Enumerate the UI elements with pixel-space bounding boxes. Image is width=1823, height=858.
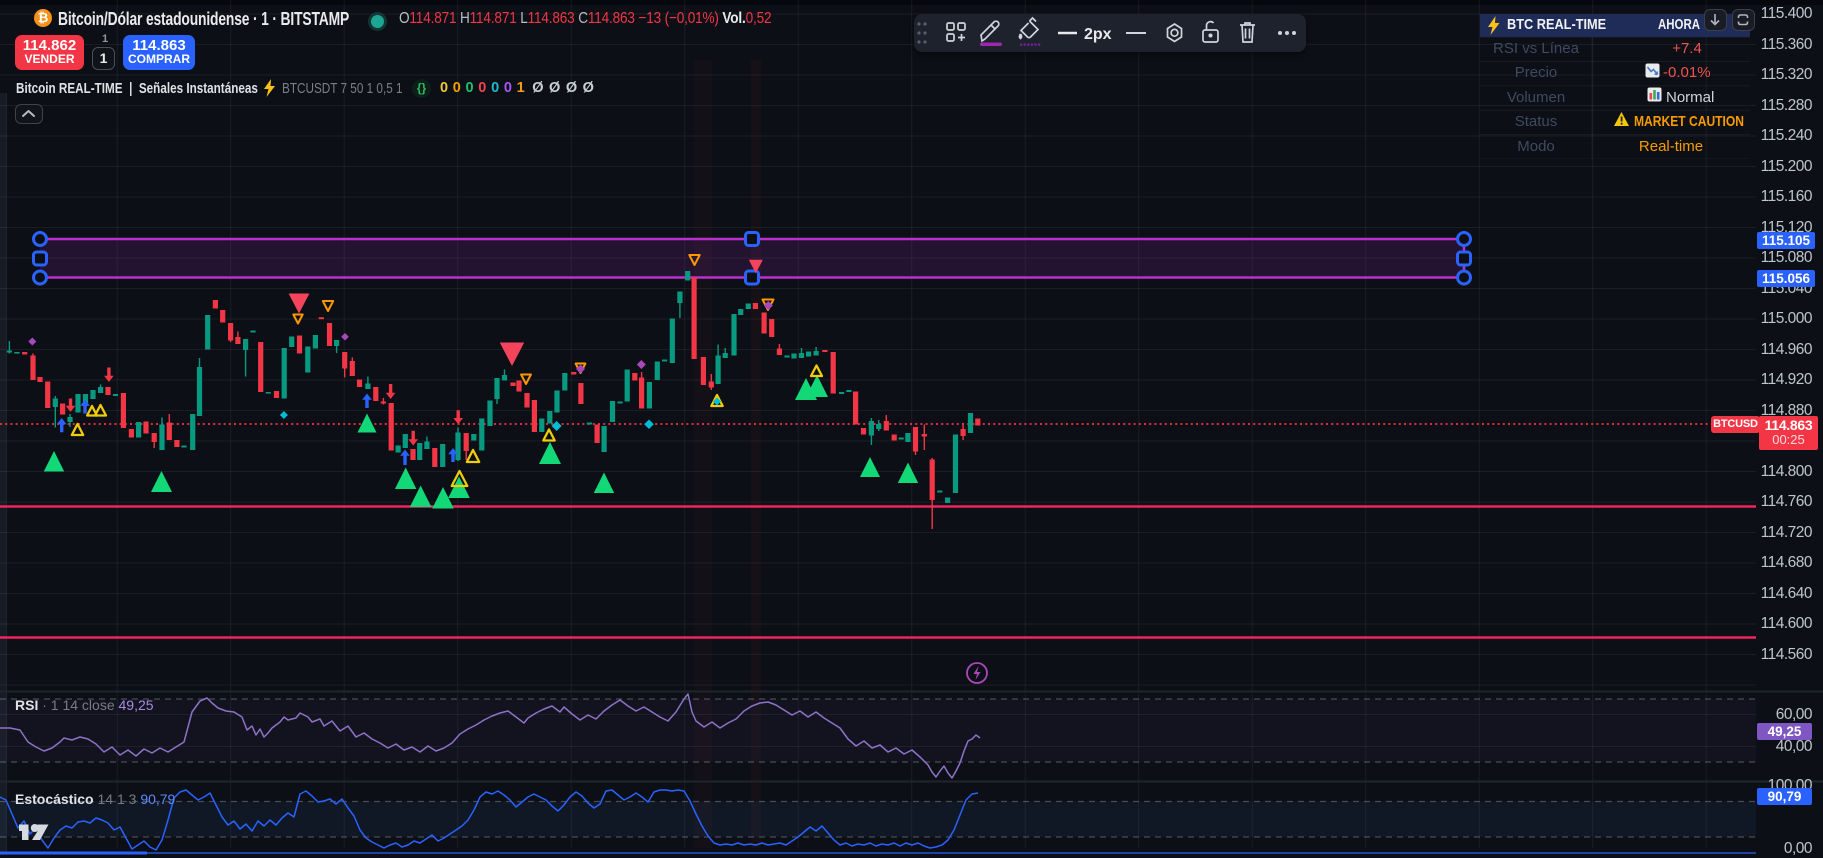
svg-text:2px: 2px xyxy=(1084,26,1112,43)
